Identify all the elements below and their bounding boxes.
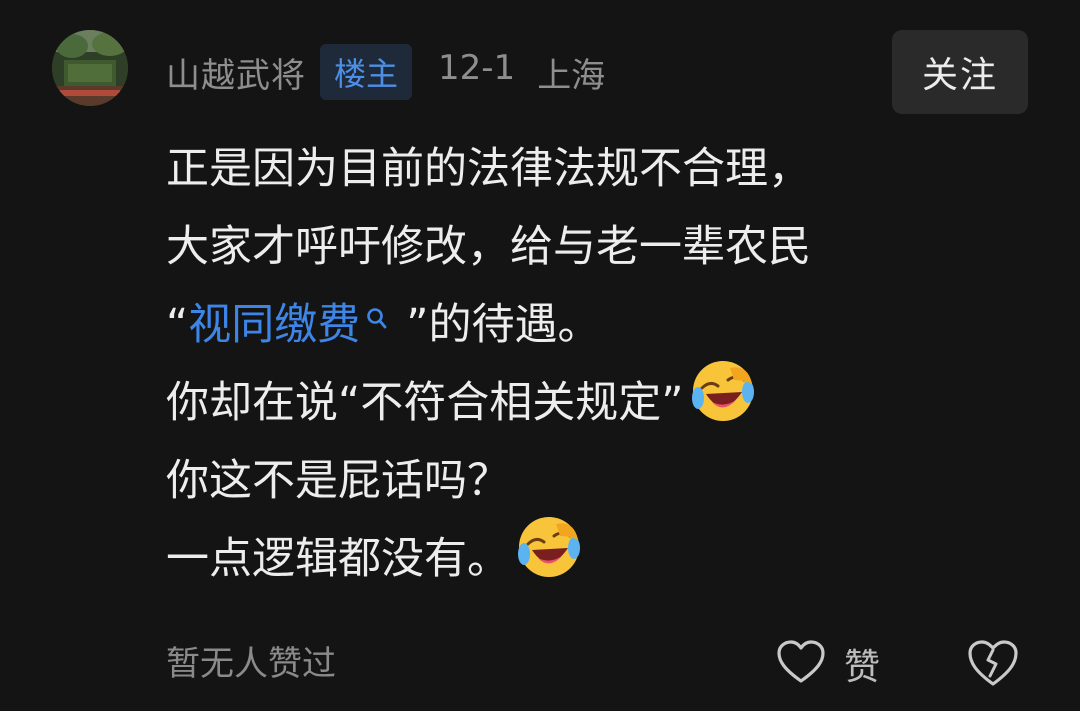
follow-button[interactable]: 关注 <box>892 30 1028 114</box>
like-label[interactable]: 赞 <box>844 638 880 690</box>
comment-footer: 暂无人赞过 赞 <box>166 636 1026 692</box>
broken-heart-icon[interactable] <box>966 638 1020 692</box>
likes-summary: 暂无人赞过 <box>166 644 336 684</box>
username[interactable]: 山越武将 <box>166 48 306 97</box>
comment-date: 12-1 <box>438 47 516 88</box>
comment-line: 正是因为目前的法律法规不合理， <box>166 144 811 194</box>
heart-icon[interactable] <box>776 639 826 689</box>
laughing-crying-emoji-icon <box>690 358 756 449</box>
comment-line: 你这不是屁话吗？ <box>166 456 510 506</box>
line-text: 你却在说“不符合相关规定” <box>166 378 684 428</box>
comment-header: 山越武将 楼主 12-1 上海 <box>166 44 605 100</box>
comment-line: 大家才呼吁修改，给与老一辈农民 <box>166 222 811 272</box>
comment-line: “ 视同缴费 ”的待遇。 <box>166 286 1046 364</box>
comment-card: 山越武将 楼主 12-1 上海 关注 正是因为目前的法律法规不合理， 大家才呼吁… <box>0 0 1080 711</box>
open-quote: “ <box>166 300 189 350</box>
line-text: 一点逻辑都没有。 <box>166 534 510 584</box>
laughing-crying-emoji-icon <box>516 514 582 605</box>
avatar-image <box>52 30 128 106</box>
comment-line: 一点逻辑都没有。 <box>166 516 1046 598</box>
search-link-text[interactable]: 视同缴费 <box>188 286 360 364</box>
comment-line: 你却在说“不符合相关规定” <box>166 360 1046 442</box>
op-badge: 楼主 <box>320 44 413 100</box>
like-button[interactable]: 赞 <box>776 636 880 692</box>
search-link[interactable]: 视同缴费 <box>188 286 406 364</box>
comment-location: 上海 <box>537 55 606 96</box>
comment-body: 正是因为目前的法律法规不合理， 大家才呼吁修改，给与老一辈农民 “ 视同缴费 ”… <box>166 130 1046 598</box>
comment-meta: 12-1 上海 <box>438 48 605 97</box>
avatar[interactable] <box>52 30 128 106</box>
line-text: ”的待遇。 <box>406 300 601 350</box>
search-icon[interactable] <box>366 278 388 356</box>
